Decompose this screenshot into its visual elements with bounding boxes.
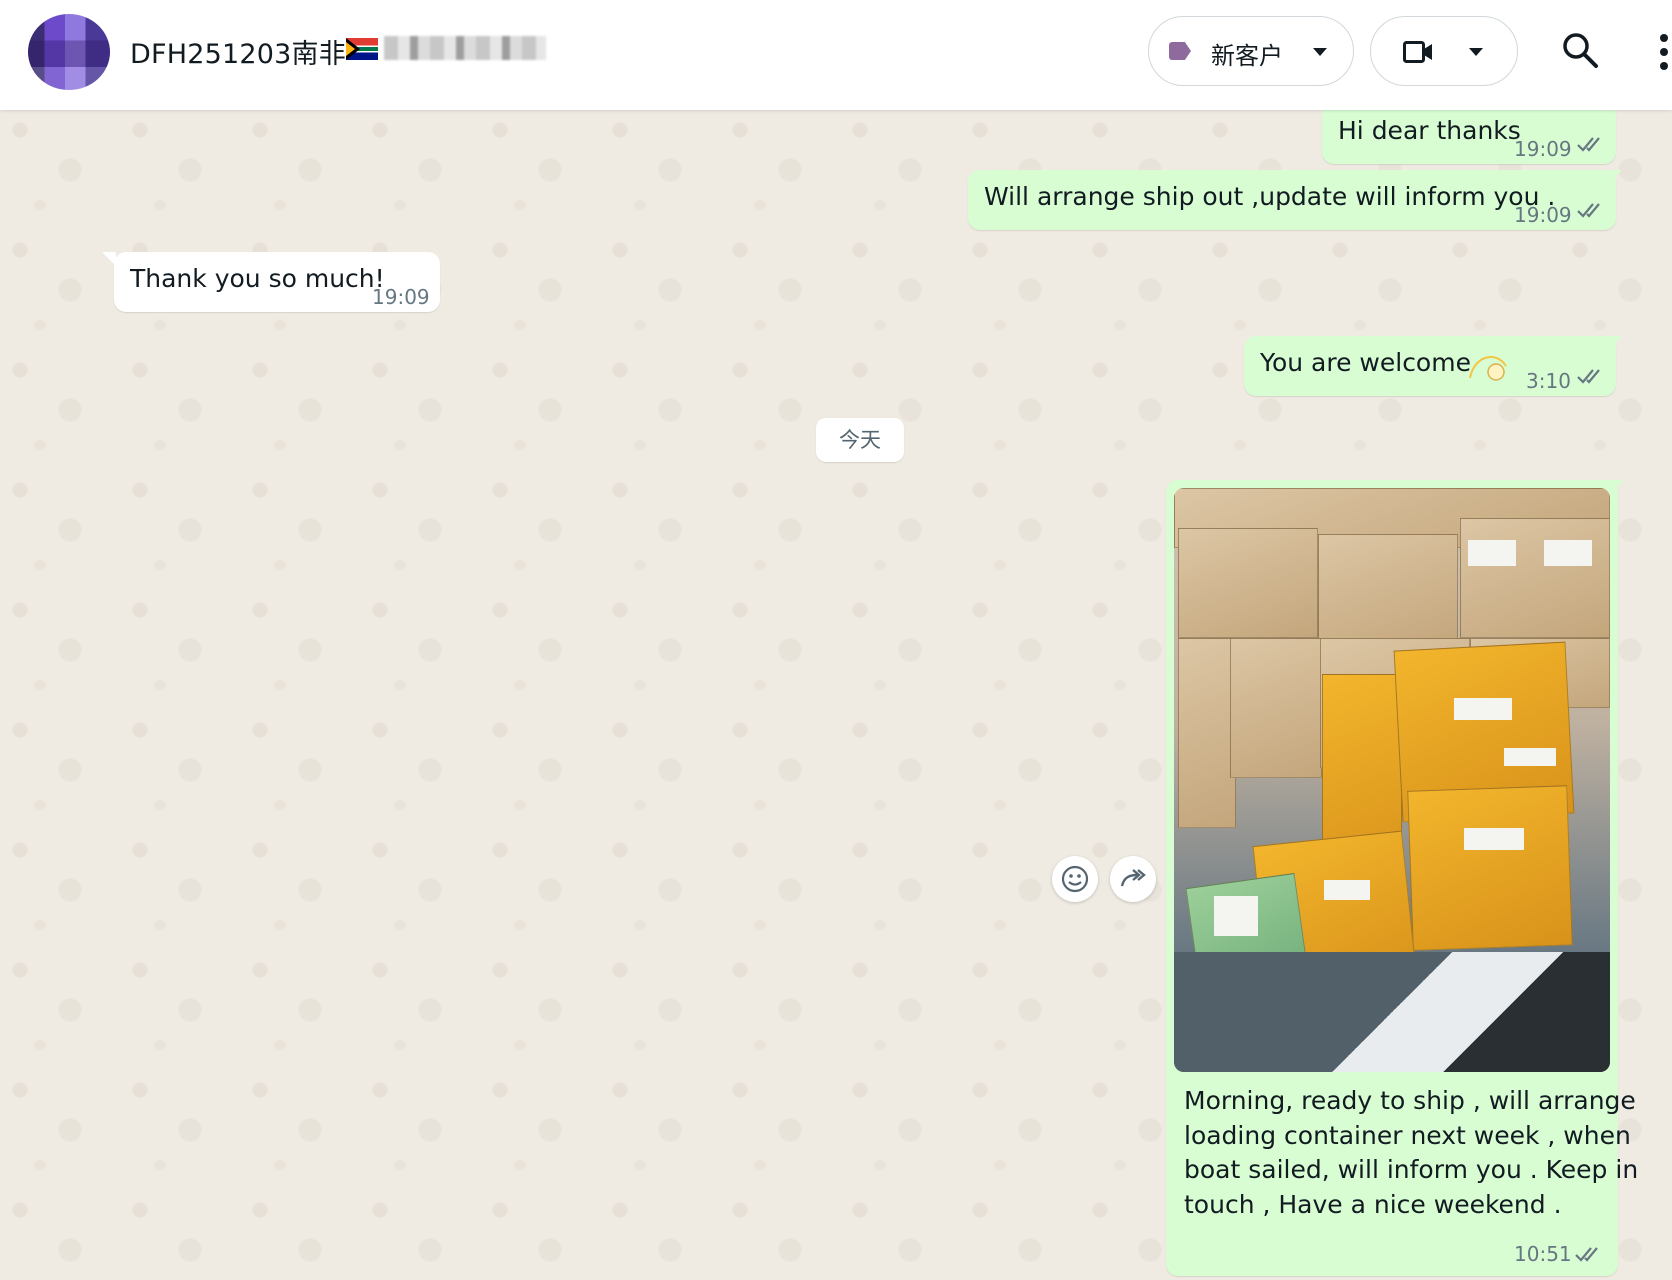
message-text: Will arrange ship out ,update will infor… <box>984 182 1556 211</box>
forward-icon <box>1120 869 1146 887</box>
emoji-icon <box>1061 865 1089 893</box>
bubble-tail <box>102 252 116 266</box>
message-text: Hi dear thanks <box>1338 116 1521 145</box>
bubble-tail <box>1608 170 1622 184</box>
double-check-icon <box>1577 203 1600 218</box>
video-call-icon <box>1403 41 1432 63</box>
contact-name[interactable]: DFH251203南非 <box>130 32 346 71</box>
message-time: 10:51 <box>1514 1242 1572 1266</box>
double-check-icon <box>1577 369 1600 384</box>
message-bubble-outgoing[interactable]: Will arrange ship out ,update will infor… <box>968 170 1622 230</box>
sticker-emoji-icon <box>1469 356 1507 381</box>
image-caption-line: boat sailed, will inform you . Keep in <box>1184 1155 1639 1184</box>
label-tag-icon <box>1169 42 1191 60</box>
date-divider: 今天 <box>816 418 904 462</box>
message-time: 3:10 <box>1526 369 1571 393</box>
double-check-icon <box>1575 1247 1598 1262</box>
message-bubble-incoming[interactable]: Thank you so much! 19:09 <box>102 252 440 312</box>
chevron-down-icon <box>1469 48 1483 56</box>
image-caption-line: touch , Have a nice weekend . <box>1184 1190 1562 1219</box>
bubble-tail <box>1608 336 1622 350</box>
video-call-button[interactable] <box>1370 16 1518 86</box>
message-bubble-outgoing[interactable]: You are welcome 3:10 <box>1244 336 1622 396</box>
bubble-tail <box>1610 480 1624 494</box>
forward-button[interactable] <box>1110 856 1156 902</box>
double-check-icon <box>1577 137 1600 152</box>
message-text: Thank you so much! <box>130 264 385 293</box>
message-text: You are welcome <box>1260 348 1471 377</box>
message-bubble-outgoing[interactable]: Hi dear thanks 19:09 <box>1322 104 1616 164</box>
message-time: 19:09 <box>372 285 430 309</box>
redacted-name <box>384 36 546 60</box>
chat-window: DFH251203南非 新客户 Hi dear thanks 19:09 Wil… <box>0 0 1672 1280</box>
chevron-down-icon <box>1313 48 1327 56</box>
image-caption-line: loading container next week , when <box>1184 1121 1631 1150</box>
label-text: 新客户 <box>1211 42 1283 70</box>
more-vertical-icon[interactable] <box>1660 34 1672 70</box>
south-africa-flag-icon <box>346 38 378 60</box>
message-time: 19:09 <box>1514 203 1572 227</box>
contact-avatar[interactable] <box>28 14 110 90</box>
message-time: 19:09 <box>1514 137 1572 161</box>
search-icon[interactable] <box>1560 30 1600 70</box>
image-caption-line: Morning, ready to ship , will arrange <box>1184 1086 1636 1115</box>
shipment-boxes-photo[interactable] <box>1174 488 1610 1072</box>
react-emoji-button[interactable] <box>1052 856 1098 902</box>
label-dropdown-button[interactable]: 新客户 <box>1148 16 1354 86</box>
chat-header: DFH251203南非 新客户 <box>0 0 1672 110</box>
